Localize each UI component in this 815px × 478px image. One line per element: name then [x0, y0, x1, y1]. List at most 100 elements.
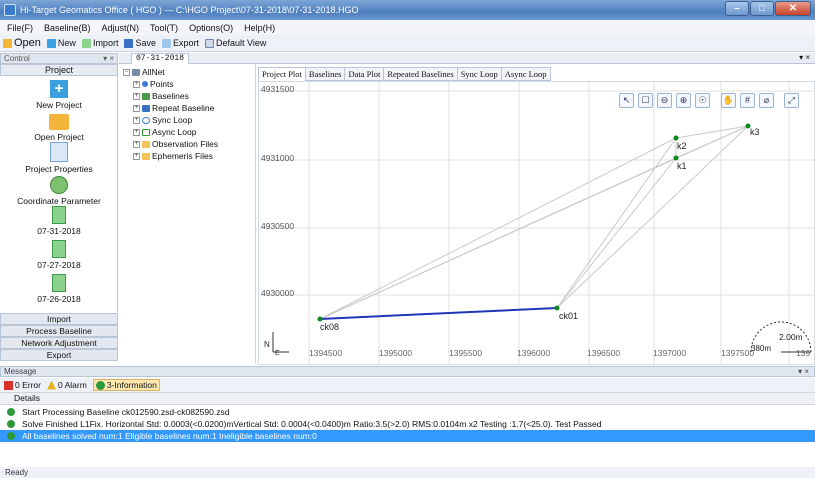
open-button[interactable]: Open [3, 37, 41, 49]
new-button[interactable]: New [46, 38, 76, 48]
error-icon [4, 380, 13, 390]
point-ck08 [317, 316, 323, 322]
import-section-button[interactable]: Import [0, 313, 118, 325]
select-tool-button[interactable]: ↖ [619, 93, 634, 108]
process-baseline-button[interactable]: Process Baseline [0, 325, 118, 337]
new-project-item[interactable]: + New Project [0, 80, 118, 110]
document-tab-menu[interactable]: ▾ × [799, 53, 810, 62]
status-bar: Ready [0, 467, 815, 478]
north-arrow [272, 332, 289, 353]
tree-item-sync-loop[interactable]: + Sync Loop [133, 115, 192, 125]
folder-icon [142, 140, 150, 148]
scale-label: 2.00m [779, 332, 803, 342]
point-label-k2: k2 [677, 141, 687, 151]
information-filter[interactable]: 3-Information [92, 379, 160, 391]
expand-icon: + [133, 92, 140, 100]
close-button[interactable]: ✕ [775, 1, 811, 16]
menu-options[interactable]: Options(O) [189, 23, 233, 33]
tree-root-label: AllNet [142, 67, 165, 77]
message-pin-button[interactable]: ▾ × [798, 367, 809, 376]
project-tab[interactable]: Project [0, 64, 118, 76]
import-label: Import [92, 38, 119, 48]
tab-sync-loop[interactable]: Sync Loop [456, 67, 501, 81]
menu-baseline[interactable]: Baseline(B) [44, 23, 91, 33]
measure-button[interactable]: ⌀ [759, 93, 774, 108]
open-project-item[interactable]: Open Project [0, 114, 118, 142]
tree-item-ephemeris-files[interactable]: + Ephemeris Files [133, 151, 213, 161]
zoom-out-button[interactable]: ⊖ [657, 93, 672, 108]
export-button[interactable]: Export [161, 38, 199, 48]
project-properties-item[interactable]: Project Properties [0, 142, 118, 174]
new-project-label: New Project [36, 100, 82, 110]
tree-item-repeat-baseline[interactable]: + Repeat Baseline [133, 103, 214, 113]
message-panel-header: Message ▾ × [0, 366, 815, 377]
x-tick: 1394500 [309, 348, 343, 358]
session-label: 07-31-2018 [37, 226, 81, 236]
maximize-button[interactable]: □ [750, 1, 774, 16]
tab-async-loop[interactable]: Async Loop [500, 67, 551, 81]
document-tab[interactable]: 07-31-2018 [131, 53, 189, 64]
baseline-line [556, 157, 677, 309]
import-button[interactable]: Import [81, 38, 119, 48]
x-tick: 1396500 [587, 348, 621, 358]
new-label: New [57, 38, 76, 48]
fit-view-button[interactable]: ⤢ [784, 93, 799, 108]
baseline-network [319, 125, 749, 320]
menu-file[interactable]: File(F) [7, 23, 33, 33]
tree-item-baselines[interactable]: + Baselines [133, 91, 189, 101]
session-item[interactable]: 07-27-2018 [0, 240, 118, 270]
point-label-ck01: ck01 [559, 311, 579, 321]
document-icon [52, 274, 66, 292]
baseline-line [556, 137, 677, 309]
alarm-count: 0 Alarm [57, 380, 87, 390]
tree-item-label: Async Loop [152, 127, 197, 137]
session-item[interactable]: 07-31-2018 [0, 206, 118, 236]
import-icon [81, 38, 91, 48]
control-pin-button[interactable]: ▾ × [103, 54, 114, 63]
warning-icon [46, 380, 56, 390]
export-section-button[interactable]: Export [0, 349, 118, 361]
pan-button[interactable]: ✋ [721, 93, 736, 108]
coordinate-parameter-item[interactable]: Coordinate Parameter [0, 176, 118, 206]
tab-data-plot[interactable]: Data Plot [344, 67, 384, 81]
save-button[interactable]: Save [124, 38, 156, 48]
tree-root[interactable]: − AllNet [123, 67, 165, 77]
default-view-button[interactable]: Default View [204, 38, 267, 48]
message-text: Start Processing Baseline ck012590.zsd-c… [22, 407, 230, 417]
tab-project-plot[interactable]: Project Plot [258, 67, 305, 81]
point-k2 [673, 135, 679, 141]
x-tick: 1395000 [379, 348, 413, 358]
details-column-header[interactable]: Details [0, 393, 815, 405]
minimize-button[interactable]: – [725, 1, 749, 16]
menu-tool[interactable]: Tool(T) [150, 23, 178, 33]
baselines-icon [142, 92, 150, 100]
network-adjustment-button[interactable]: Network Adjustment [0, 337, 118, 349]
menu-help[interactable]: Help(H) [244, 23, 275, 33]
session-item[interactable]: 07-26-2018 [0, 274, 118, 304]
tree-item-label: Observation Files [152, 139, 219, 149]
tab-repeated-baselines[interactable]: Repeated Baselines [383, 67, 457, 81]
message-list: Details Start Processing Baseline ck0125… [0, 392, 815, 467]
message-row[interactable]: All baselines solved num:1 Eligible base… [0, 430, 815, 442]
default-view-label: Default View [215, 38, 267, 48]
error-filter[interactable]: 0 Error [4, 380, 41, 390]
alarm-filter[interactable]: 0 Alarm [46, 380, 87, 390]
grid-toggle-button[interactable]: # [740, 93, 755, 108]
message-row[interactable]: Solve Finished L1Fix. Horizontal Std: 0.… [0, 418, 815, 430]
tree-item-label: Ephemeris Files [152, 151, 213, 161]
full-extent-button[interactable]: ☉ [695, 93, 710, 108]
expand-icon: + [133, 116, 140, 124]
tab-baselines[interactable]: Baselines [304, 67, 345, 81]
tree-item-async-loop[interactable]: + Async Loop [133, 127, 196, 137]
new-project-icon: + [50, 80, 68, 98]
point-ck01 [554, 305, 560, 311]
message-text: Solve Finished L1Fix. Horizontal Std: 0.… [22, 419, 602, 429]
tree-item-points[interactable]: + Points [133, 79, 174, 89]
zoom-window-button[interactable]: ☐ [638, 93, 653, 108]
project-plot[interactable]: 4931500 4931000 4930500 4930000 1394500 … [258, 81, 815, 365]
menu-adjust[interactable]: Adjust(N) [102, 23, 140, 33]
title-bar: Hi-Target Geomatics Office ( HGO ) — C:\… [0, 0, 815, 20]
zoom-in-button[interactable]: ⊕ [676, 93, 691, 108]
message-row[interactable]: Start Processing Baseline ck012590.zsd-c… [0, 406, 815, 418]
tree-item-observation-files[interactable]: + Observation Files [133, 139, 218, 149]
